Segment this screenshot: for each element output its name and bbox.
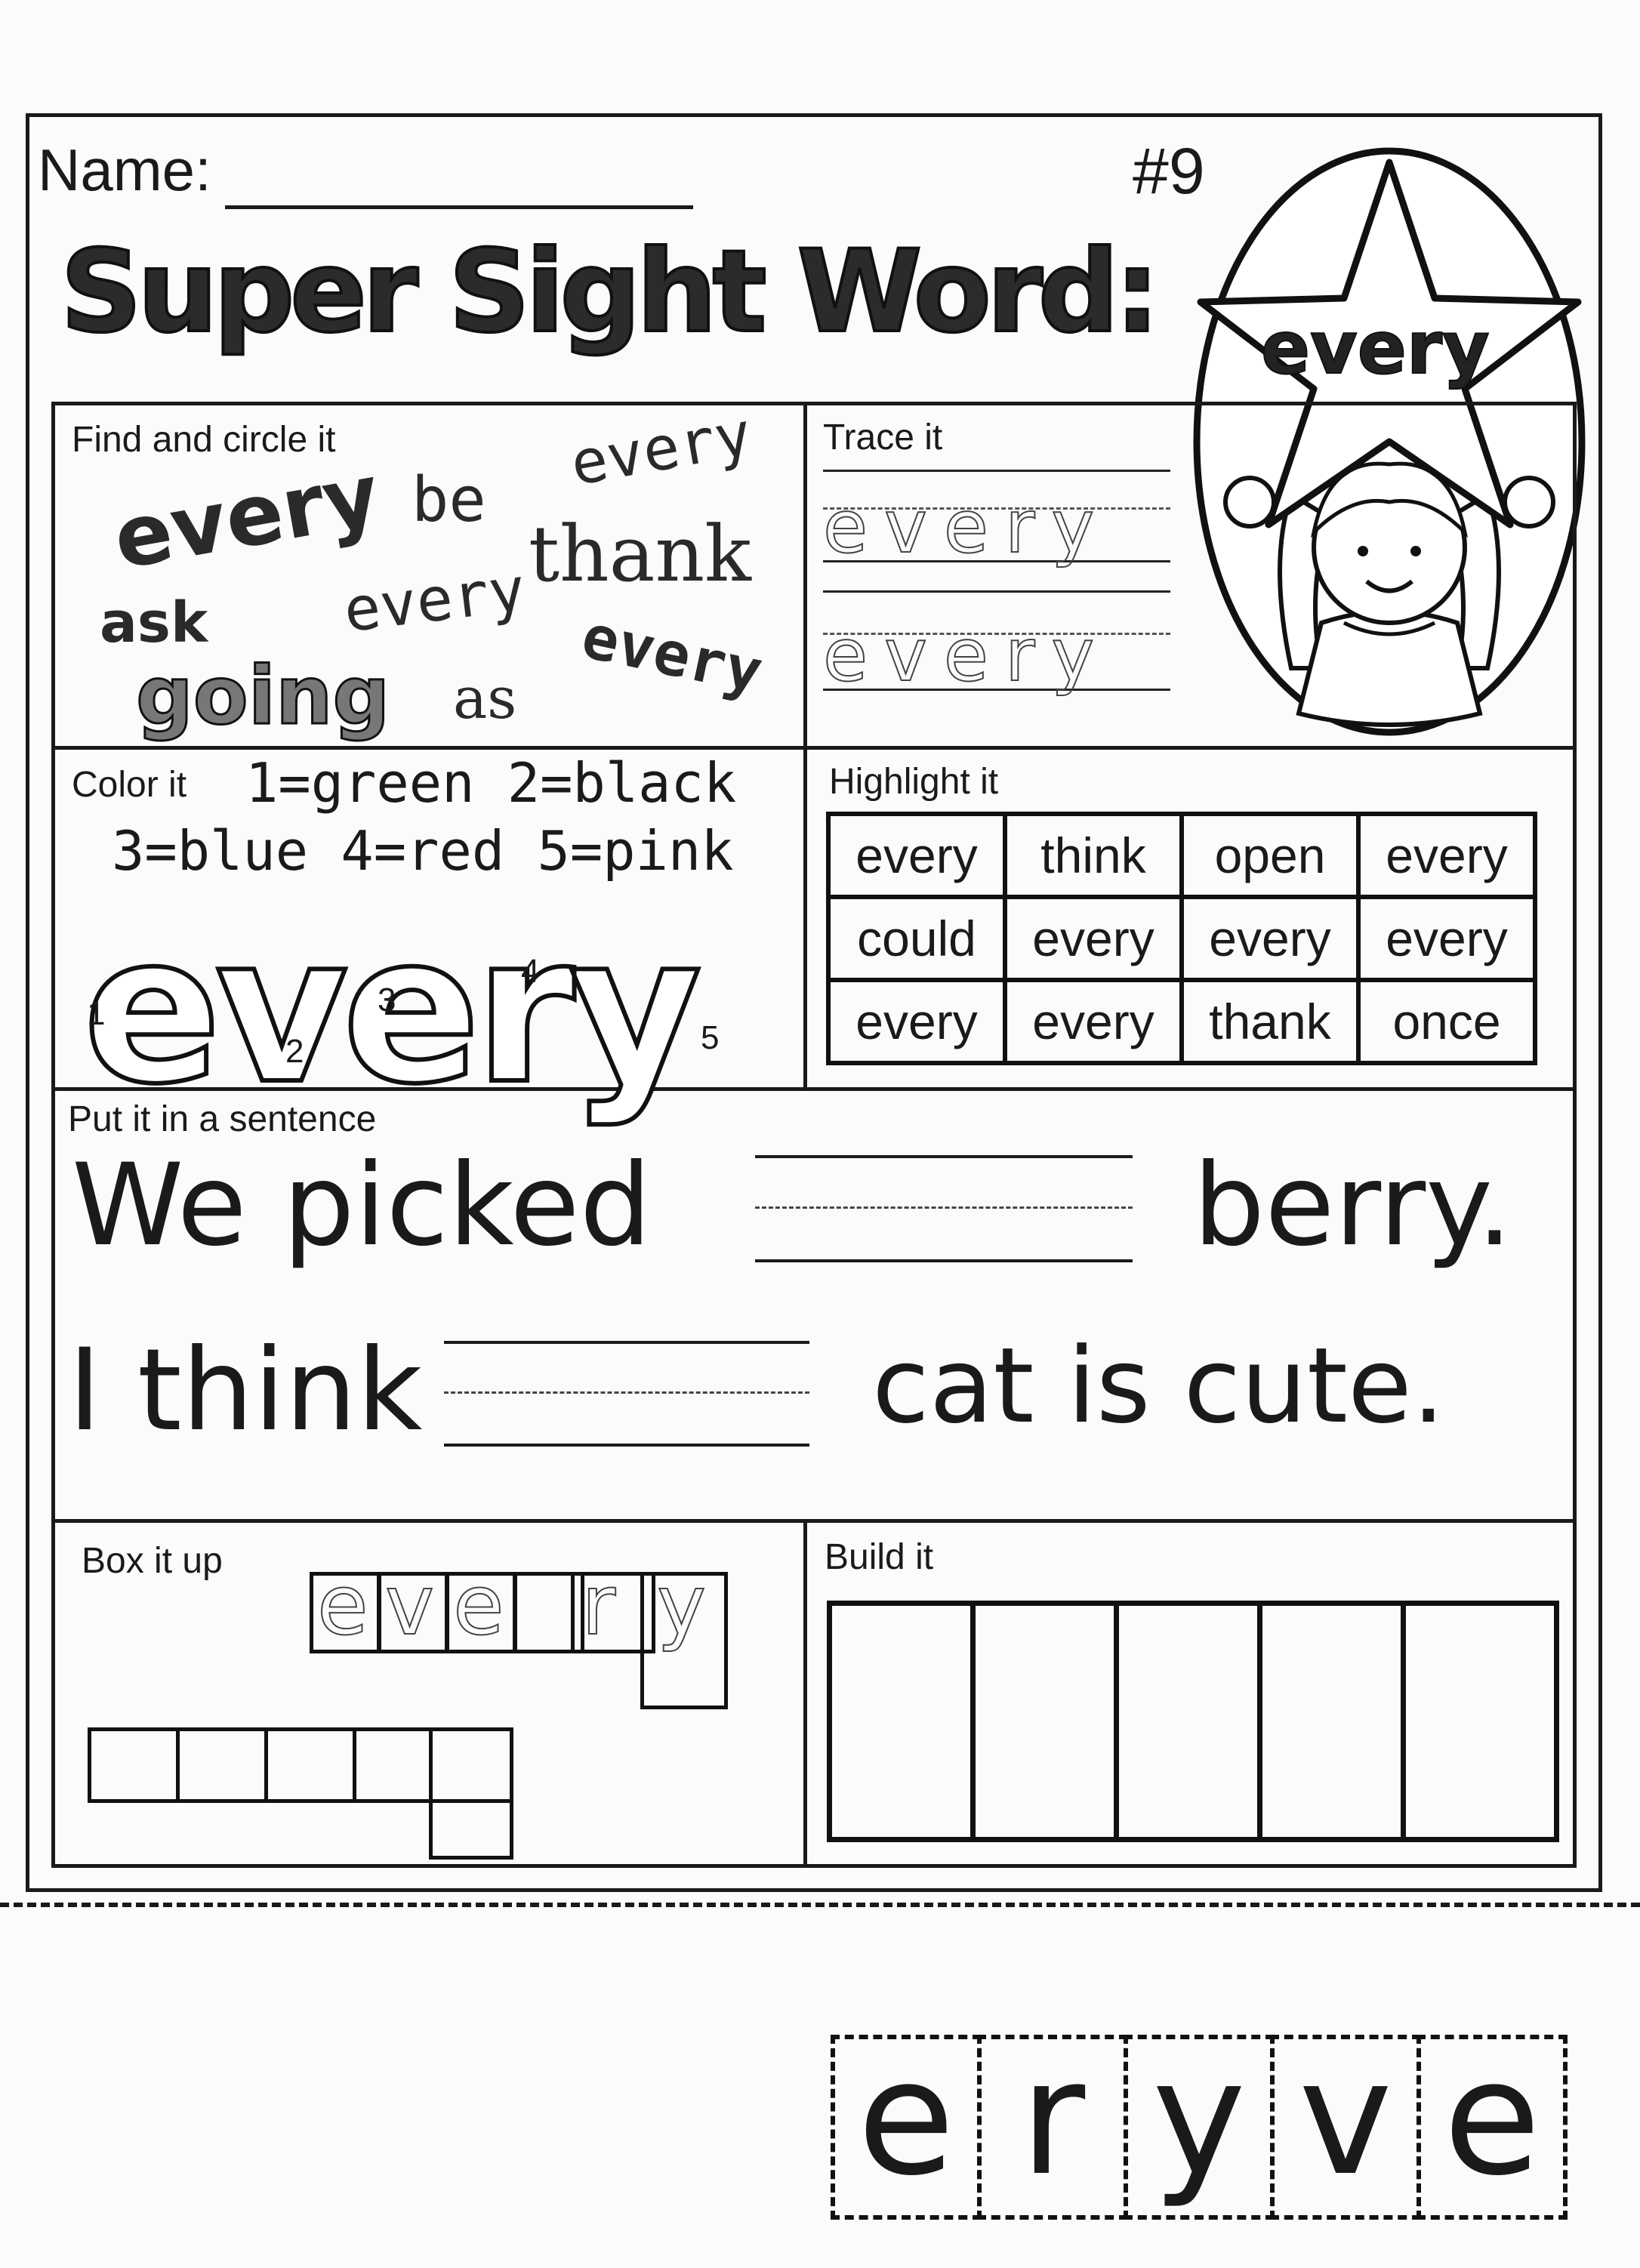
highlight-cell[interactable]: once xyxy=(1356,978,1537,1065)
box-it-label: Box it up xyxy=(82,1541,223,1581)
color-key-line: 1=green 2=black xyxy=(245,751,737,815)
sentence-label: Put it in a sentence xyxy=(68,1099,377,1139)
tile-letter: e xyxy=(857,2026,955,2211)
sentence-1-end: berry. xyxy=(1193,1140,1513,1271)
box-traced-r: r xyxy=(581,1556,633,1654)
grid-divider xyxy=(803,402,807,1089)
build-slot[interactable] xyxy=(1114,1601,1262,1842)
region-number: 3 xyxy=(378,981,396,1018)
build-slot[interactable] xyxy=(1257,1601,1406,1842)
build-slot[interactable] xyxy=(970,1601,1119,1842)
color-key-line: 3=blue 4=red 5=pink xyxy=(112,819,734,883)
letter-tile[interactable]: r xyxy=(977,2035,1128,2220)
grid-divider xyxy=(803,1519,807,1866)
trace-guide-line xyxy=(823,590,1170,593)
sentence-1-blank[interactable] xyxy=(755,1259,1133,1262)
box-traced-v: v xyxy=(384,1556,452,1654)
box-empty-cell[interactable] xyxy=(353,1727,433,1803)
region-number: 1 xyxy=(87,995,106,1032)
letter-tile[interactable]: e xyxy=(1417,2035,1568,2220)
highlight-label: Highlight it xyxy=(829,762,999,802)
sentence-2-blank[interactable] xyxy=(444,1444,809,1447)
highlight-cell[interactable]: every xyxy=(1179,895,1361,982)
sentence-2-end: cat is cute. xyxy=(872,1325,1445,1447)
blank-mid-line xyxy=(755,1206,1133,1209)
grid-divider xyxy=(51,1519,1577,1523)
highlight-table: every think open every could every every… xyxy=(826,812,1537,1065)
letter-tile[interactable]: y xyxy=(1124,2035,1275,2220)
name-label: Name: xyxy=(38,137,211,203)
page-title: Super Sight Word: xyxy=(59,225,1161,359)
cut-line xyxy=(0,1903,1640,1907)
find-word[interactable]: thank xyxy=(529,510,751,599)
box-empty-cell[interactable] xyxy=(264,1727,356,1803)
find-circle-label: Find and circle it xyxy=(72,420,336,460)
tile-letter: e xyxy=(1443,2026,1541,2211)
build-slot[interactable] xyxy=(1401,1601,1559,1842)
highlight-cell[interactable]: every xyxy=(1003,978,1184,1065)
highlight-cell[interactable]: open xyxy=(1179,812,1361,899)
box-traced-e: e xyxy=(316,1556,382,1654)
region-number: 2 xyxy=(285,1033,304,1070)
find-word[interactable]: ask xyxy=(100,590,208,655)
trace-guide-line xyxy=(823,470,1170,472)
highlight-cell[interactable]: every xyxy=(1356,895,1537,982)
highlight-cell[interactable]: every xyxy=(1356,812,1537,899)
find-word[interactable]: going xyxy=(134,649,390,744)
box-empty-cell[interactable] xyxy=(429,1799,513,1860)
box-empty-cell[interactable] xyxy=(429,1727,513,1803)
trace-word[interactable]: every xyxy=(822,484,1111,570)
highlight-cell[interactable]: could xyxy=(826,895,1007,982)
highlight-cell[interactable]: every xyxy=(826,978,1007,1065)
highlight-cell[interactable]: think xyxy=(1003,812,1184,899)
blank-top-line xyxy=(755,1155,1133,1158)
box-empty-cell[interactable] xyxy=(88,1727,180,1803)
build-slot[interactable] xyxy=(827,1601,976,1842)
trace-label: Trace it xyxy=(823,418,943,458)
tile-letter: v xyxy=(1298,2026,1393,2211)
letter-tile[interactable]: v xyxy=(1270,2035,1421,2220)
blank-top-line xyxy=(444,1341,809,1344)
highlight-cell[interactable]: thank xyxy=(1179,978,1361,1065)
star-word: every xyxy=(1260,305,1490,391)
find-word[interactable]: be xyxy=(412,464,486,536)
find-word[interactable]: as xyxy=(453,664,516,732)
color-label: Color it xyxy=(72,765,187,805)
box-empty-cell[interactable] xyxy=(176,1727,268,1803)
highlight-cell[interactable]: every xyxy=(1003,895,1184,982)
tile-letter: y xyxy=(1151,2026,1247,2211)
region-number: 4 xyxy=(521,953,540,990)
sentence-2-start: I think xyxy=(68,1325,423,1456)
letter-tile[interactable]: e xyxy=(831,2035,982,2220)
box-traced-e: e xyxy=(452,1556,521,1654)
box-traced-y: y xyxy=(656,1556,723,1654)
blank-mid-line xyxy=(444,1391,809,1394)
tile-letter: r xyxy=(1019,2026,1086,2211)
build-it-label: Build it xyxy=(825,1537,934,1577)
sentence-1-start: We picked xyxy=(72,1140,652,1271)
region-number: 5 xyxy=(701,1019,720,1056)
name-field[interactable] xyxy=(225,205,693,209)
highlight-cell[interactable]: every xyxy=(826,812,1007,899)
trace-word[interactable]: every xyxy=(822,612,1111,698)
grid-divider xyxy=(51,746,1577,750)
